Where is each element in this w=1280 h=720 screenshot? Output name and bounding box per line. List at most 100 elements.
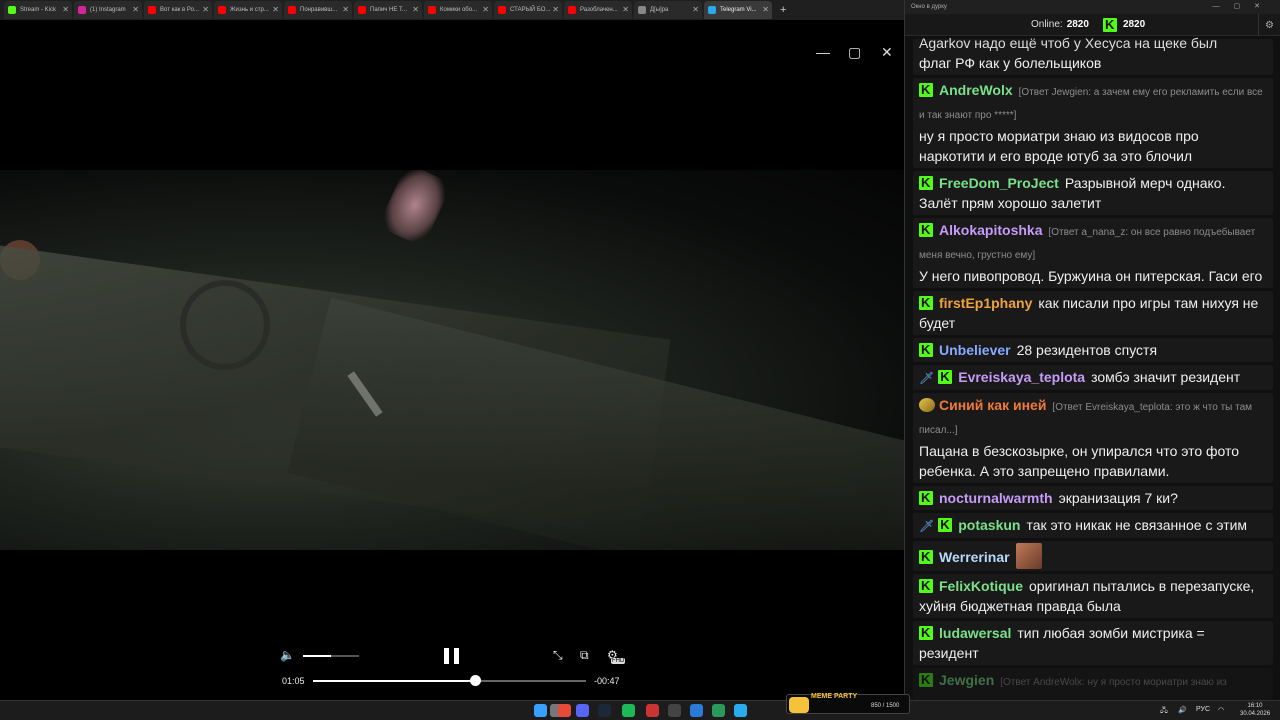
moderator-sword-icon: 🗡 <box>919 519 935 533</box>
chat-username[interactable]: potaskun <box>958 517 1020 533</box>
restore-icon[interactable]: ▢ <box>848 44 861 61</box>
chat-window-controls[interactable]: —▢✕ <box>1213 2 1274 10</box>
chat-header: Online: 2820 2820 ⚙ <box>905 14 1280 36</box>
browser-tab[interactable]: Комики обо... ✕ <box>424 1 492 19</box>
kick-icon <box>1102 16 1117 34</box>
chat-username[interactable]: firstEp1phany <box>939 295 1032 311</box>
tab-close-icon[interactable]: ✕ <box>202 5 209 14</box>
new-tab-button[interactable]: + <box>774 4 792 16</box>
tab-close-icon[interactable]: ✕ <box>62 5 69 14</box>
kick-badge-icon <box>919 341 933 359</box>
exit-fullscreen-icon[interactable]: ⤡ <box>553 648 563 663</box>
picture-in-picture-icon[interactable]: ⧉ <box>580 648 589 663</box>
browser-tab[interactable]: Папич НЕ Т... ✕ <box>354 1 422 19</box>
chat-username[interactable]: ludawersal <box>939 625 1011 641</box>
wifi-icon[interactable]: ◠ <box>1218 706 1224 714</box>
chat-message[interactable]: FelixKotiqueоригинал пытались в перезапу… <box>913 574 1273 618</box>
clock-date: 30.04.2026 <box>1240 711 1271 717</box>
tab-close-icon[interactable]: ✕ <box>132 5 139 14</box>
chat-message[interactable]: 🗡 Evreiskaya_teplota зомбэ значит резидент <box>913 365 1273 390</box>
app-icon[interactable] <box>690 704 703 717</box>
browser-tab[interactable]: Жизнь и стр... ✕ <box>214 1 282 19</box>
app-icon[interactable] <box>712 704 725 717</box>
app-icon[interactable] <box>668 704 681 717</box>
tab-close-icon[interactable]: ✕ <box>622 5 629 14</box>
steam-icon[interactable] <box>598 704 611 717</box>
chat-message[interactable]: Синий как иней [Ответ Evreiskaya_teplota:… <box>913 393 1273 483</box>
chat-message[interactable]: Agarkov надо ещё чтоб у Хесуса на щеке б… <box>913 36 1273 75</box>
browser-tab-strip: Stream - Kick ✕ (1) Instagram ✕ Вот как в Ро… <box>0 0 904 20</box>
discord-icon[interactable] <box>576 704 589 717</box>
chat-username[interactable]: nocturnalwarmth <box>939 490 1053 506</box>
chat-message[interactable]: Werrerinar <box>913 541 1273 571</box>
app-icon[interactable] <box>646 704 659 717</box>
tab-close-icon[interactable]: ✕ <box>272 5 279 14</box>
chat-username[interactable]: AndreWolx <box>939 82 1013 98</box>
chat-username[interactable]: FelixKotique <box>939 578 1023 594</box>
chat-username[interactable]: FreeDom_ProJect <box>939 175 1059 191</box>
chrome-icon[interactable] <box>558 704 571 717</box>
chat-message[interactable]: Alkokapitoshka[Ответ a_nana_z: он все ра… <box>913 218 1273 288</box>
language-indicator[interactable]: РУС <box>1196 706 1210 713</box>
tab-close-icon[interactable]: ✕ <box>342 5 349 14</box>
kick-badge-icon <box>919 174 933 192</box>
network-icon[interactable]: 🖧 <box>1160 706 1168 717</box>
tab-label: Понравивш... <box>300 7 338 13</box>
chat-username[interactable]: Alkokapitoshka <box>939 222 1042 238</box>
seek-bar[interactable] <box>313 675 586 686</box>
minimize-icon[interactable]: — <box>816 44 830 60</box>
chat-message[interactable]: Unbeliever 28 резидентов спустя <box>913 338 1273 362</box>
chat-message[interactable]: 🗡 potaskun так это никак не связанное с эт… <box>913 513 1273 538</box>
telegram-icon[interactable] <box>734 704 747 717</box>
volume-icon[interactable]: 🔈 <box>280 648 295 662</box>
kick-badge-icon <box>919 81 933 99</box>
tab-close-icon[interactable]: ✕ <box>482 5 489 14</box>
gear-icon[interactable]: ⚙ <box>1258 14 1280 36</box>
browser-tab[interactable]: Telegram Vi... ✕ <box>704 1 772 19</box>
windows-start-icon[interactable] <box>534 704 547 717</box>
chat-message-list[interactable]: Agarkov надо ещё чтоб у Хесуса на щеке б… <box>905 36 1280 700</box>
chat-username[interactable]: Werrerinar <box>939 549 1010 565</box>
browser-tab[interactable]: СТАРЫЙ БО... ✕ <box>494 1 562 19</box>
browser-tab[interactable]: Понравивш... ✕ <box>284 1 352 19</box>
tab-label: СТАРЫЙ БО... <box>510 7 551 13</box>
video-player[interactable]: — ▢ ✕ <box>0 20 904 700</box>
chat-message[interactable]: firstEp1phanyкак писали про игры там них… <box>913 291 1273 335</box>
time-elapsed: 01:05 <box>282 676 305 686</box>
chat-username[interactable]: Evreiskaya_teplota <box>958 369 1085 385</box>
volume-tray-icon[interactable]: 🔊 <box>1178 706 1187 714</box>
chat-message[interactable]: ludawersalтип любая зомби мистрика = рез… <box>913 621 1273 665</box>
meme-party-widget[interactable]: MEME PARTY 850 / 1500 <box>786 693 910 714</box>
tab-close-icon[interactable]: ✕ <box>762 5 769 14</box>
meme-party-count: 850 / 1500 <box>871 703 900 709</box>
chat-message[interactable]: AndreWolx[Ответ Jewgien: а зачем ему его… <box>913 78 1273 168</box>
chat-message[interactable]: nocturnalwarmth экранизация 7 ки? <box>913 486 1273 510</box>
browser-tab[interactable]: Д[ы]ра ✕ <box>634 1 702 19</box>
tab-close-icon[interactable]: ✕ <box>692 5 699 14</box>
browser-tab[interactable]: Разоблачен... ✕ <box>564 1 632 19</box>
tab-label: Разоблачен... <box>580 7 618 13</box>
chat-message[interactable]: Jewgien[Ответ AndreWolx: ну я просто мор… <box>913 668 1273 700</box>
tab-close-icon[interactable]: ✕ <box>412 5 419 14</box>
spotify-icon[interactable] <box>622 704 635 717</box>
chat-message[interactable]: FreeDom_ProJectРазрывной мерч однако. За… <box>913 171 1273 215</box>
system-clock[interactable]: 16:10 30.04.2026 <box>1240 702 1270 718</box>
tab-label: Stream - Kick <box>20 7 57 13</box>
browser-tab[interactable]: Stream - Kick ✕ <box>4 1 72 19</box>
close-icon[interactable]: ✕ <box>881 44 893 61</box>
chat-username[interactable]: Unbeliever <box>939 342 1011 358</box>
tab-favicon-icon <box>708 6 716 14</box>
chat-message-text: экранизация 7 ки? <box>1058 490 1178 506</box>
pause-button[interactable] <box>444 648 460 664</box>
chat-message-text: 28 резидентов спустя <box>1016 342 1158 358</box>
tab-favicon-icon <box>218 6 226 14</box>
seek-handle[interactable] <box>469 675 481 686</box>
chat-emote-image <box>1015 543 1042 569</box>
volume-slider[interactable] <box>303 655 359 657</box>
chat-username[interactable]: Синий как иней <box>939 397 1046 413</box>
browser-tab[interactable]: (1) Instagram ✕ <box>74 1 142 19</box>
chat-message-text: Пацана в безскозырке, он упирался что эт… <box>919 443 1240 479</box>
chat-username[interactable]: Jewgien <box>939 672 994 688</box>
browser-tab[interactable]: Вот как в Ро... ✕ <box>144 1 212 19</box>
tab-close-icon[interactable]: ✕ <box>552 5 559 14</box>
